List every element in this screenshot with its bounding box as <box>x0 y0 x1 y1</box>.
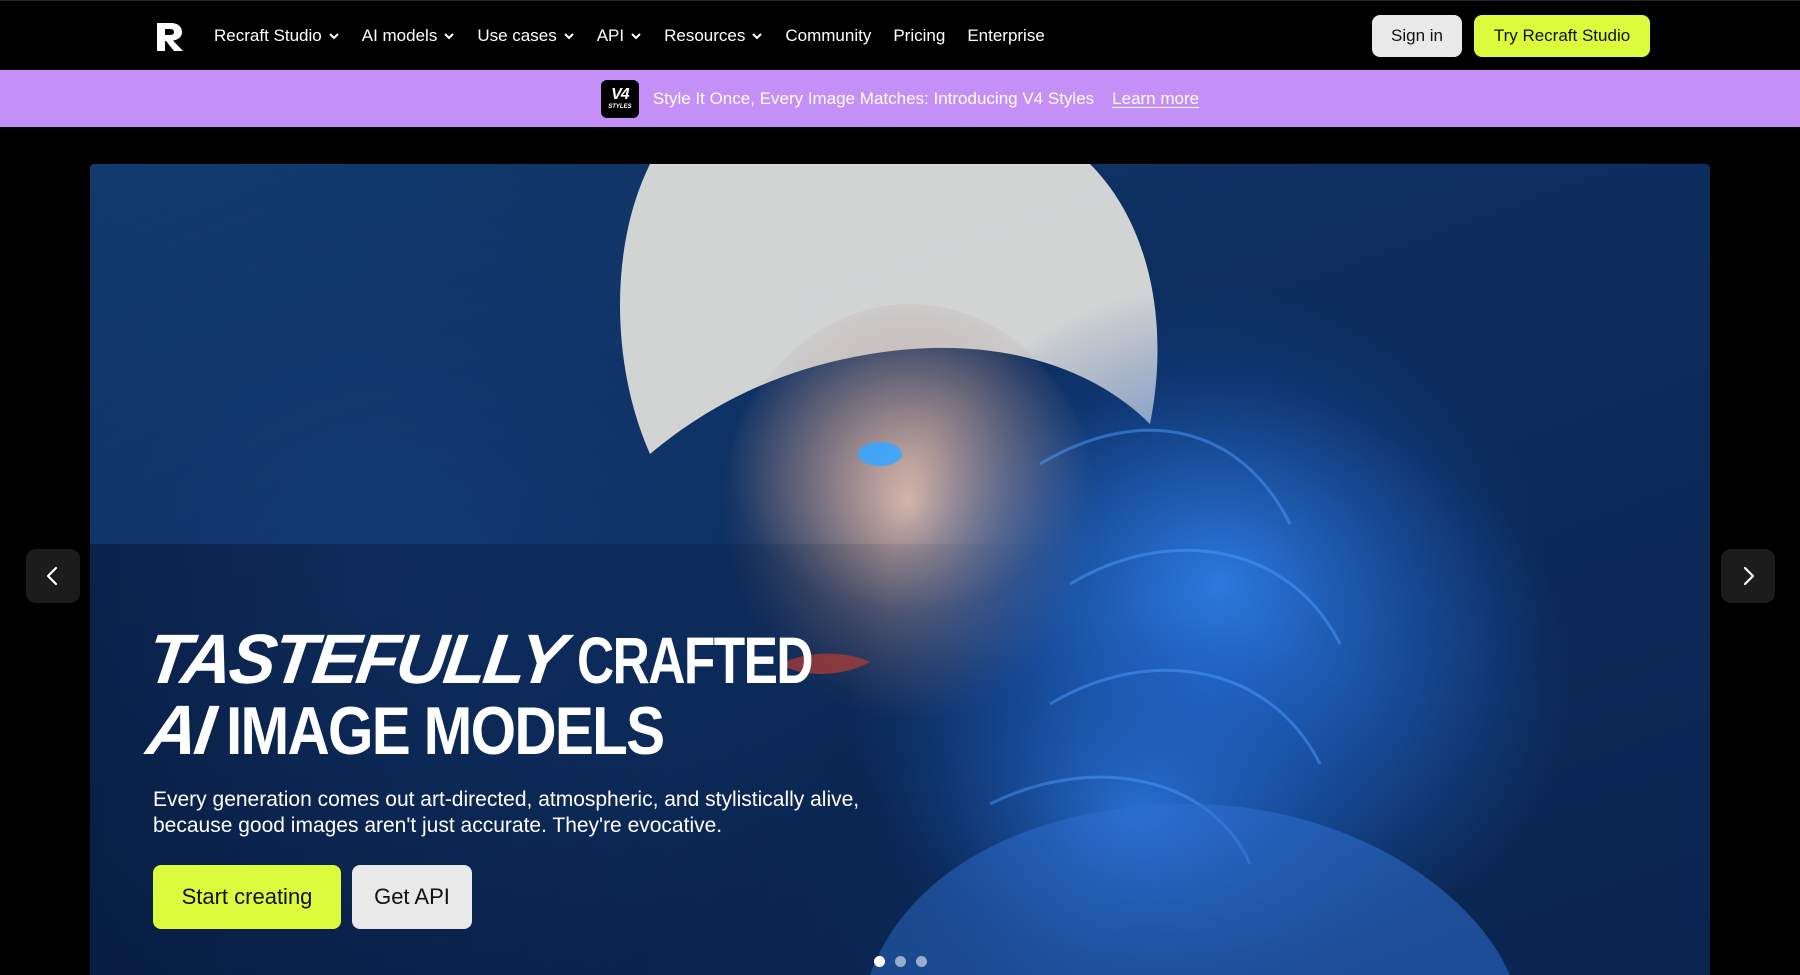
badge-sub-text: STYLES <box>608 103 632 110</box>
carousel-dot-1[interactable] <box>874 956 885 967</box>
chevron-right-icon <box>1743 566 1755 586</box>
carousel-next-button[interactable] <box>1721 549 1775 603</box>
nav-ai-models-label: AI models <box>361 26 438 45</box>
nav-api-label: API <box>596 26 625 45</box>
top-navigation: Recraft Studio AI models Use cases API R… <box>0 0 1800 70</box>
chevron-left-icon <box>46 566 58 586</box>
nav-community[interactable]: Community <box>785 26 871 46</box>
nav-resources-label: Resources <box>664 26 746 45</box>
get-api-button[interactable]: Get API <box>352 865 472 929</box>
chevron-down-icon <box>631 33 641 40</box>
nav-links: Recraft Studio AI models Use cases API R… <box>214 1 1045 71</box>
nav-pricing-label: Pricing <box>893 26 946 45</box>
try-recraft-studio-button[interactable]: Try Recraft Studio <box>1474 15 1650 57</box>
chevron-down-icon <box>329 33 339 40</box>
v4-styles-badge-icon: V4 STYLES <box>600 79 639 118</box>
nav-recraft-studio[interactable]: Recraft Studio <box>214 26 340 46</box>
carousel-prev-button[interactable] <box>26 549 80 603</box>
nav-api[interactable]: API <box>597 26 642 46</box>
headline-line-2: AI IMAGE MODELS <box>143 691 1048 769</box>
headline-italic-word-1: TASTEFULLY <box>142 620 569 698</box>
nav-enterprise[interactable]: Enterprise <box>967 26 1044 46</box>
chevron-down-icon <box>752 33 763 40</box>
announcement-banner: V4 STYLES Style It Once, Every Image Mat… <box>0 70 1800 127</box>
sign-in-button[interactable]: Sign in <box>1372 15 1462 57</box>
nav-pricing[interactable]: Pricing <box>893 26 945 46</box>
nav-community-label: Community <box>785 26 872 45</box>
carousel-dot-3[interactable] <box>916 956 927 967</box>
hero-headline: TASTEFULLY CRAFTED AI IMAGE MODELS <box>143 620 1048 769</box>
hero-carousel: TASTEFULLY CRAFTED AI IMAGE MODELS Every… <box>90 164 1710 975</box>
nav-ai-models[interactable]: AI models <box>362 26 456 46</box>
banner-text: Style It Once, Every Image Matches: Intr… <box>652 88 1095 108</box>
headline-line-1: TASTEFULLY CRAFTED <box>143 620 1048 698</box>
nav-enterprise-label: Enterprise <box>967 26 1045 45</box>
learn-more-link[interactable]: Learn more <box>1112 89 1199 109</box>
headline-rest-2: IMAGE MODELS <box>226 693 665 769</box>
chevron-down-icon <box>444 33 455 40</box>
nav-recraft-studio-label: Recraft Studio <box>214 26 322 45</box>
hero-subtitle: Every generation comes out art-directed,… <box>153 788 860 837</box>
carousel-dots <box>874 956 927 967</box>
start-creating-button[interactable]: Start creating <box>153 865 341 929</box>
headline-italic-word-2: AI <box>142 691 218 769</box>
headline-rest-1: CRAFTED <box>576 623 814 697</box>
recraft-logo-icon[interactable] <box>153 19 187 53</box>
carousel-dot-2[interactable] <box>895 956 906 967</box>
nav-resources[interactable]: Resources <box>664 26 763 46</box>
badge-main-text: V4 <box>611 85 630 103</box>
nav-use-cases[interactable]: Use cases <box>477 26 574 46</box>
chevron-down-icon <box>563 33 574 40</box>
nav-use-cases-label: Use cases <box>477 26 557 45</box>
